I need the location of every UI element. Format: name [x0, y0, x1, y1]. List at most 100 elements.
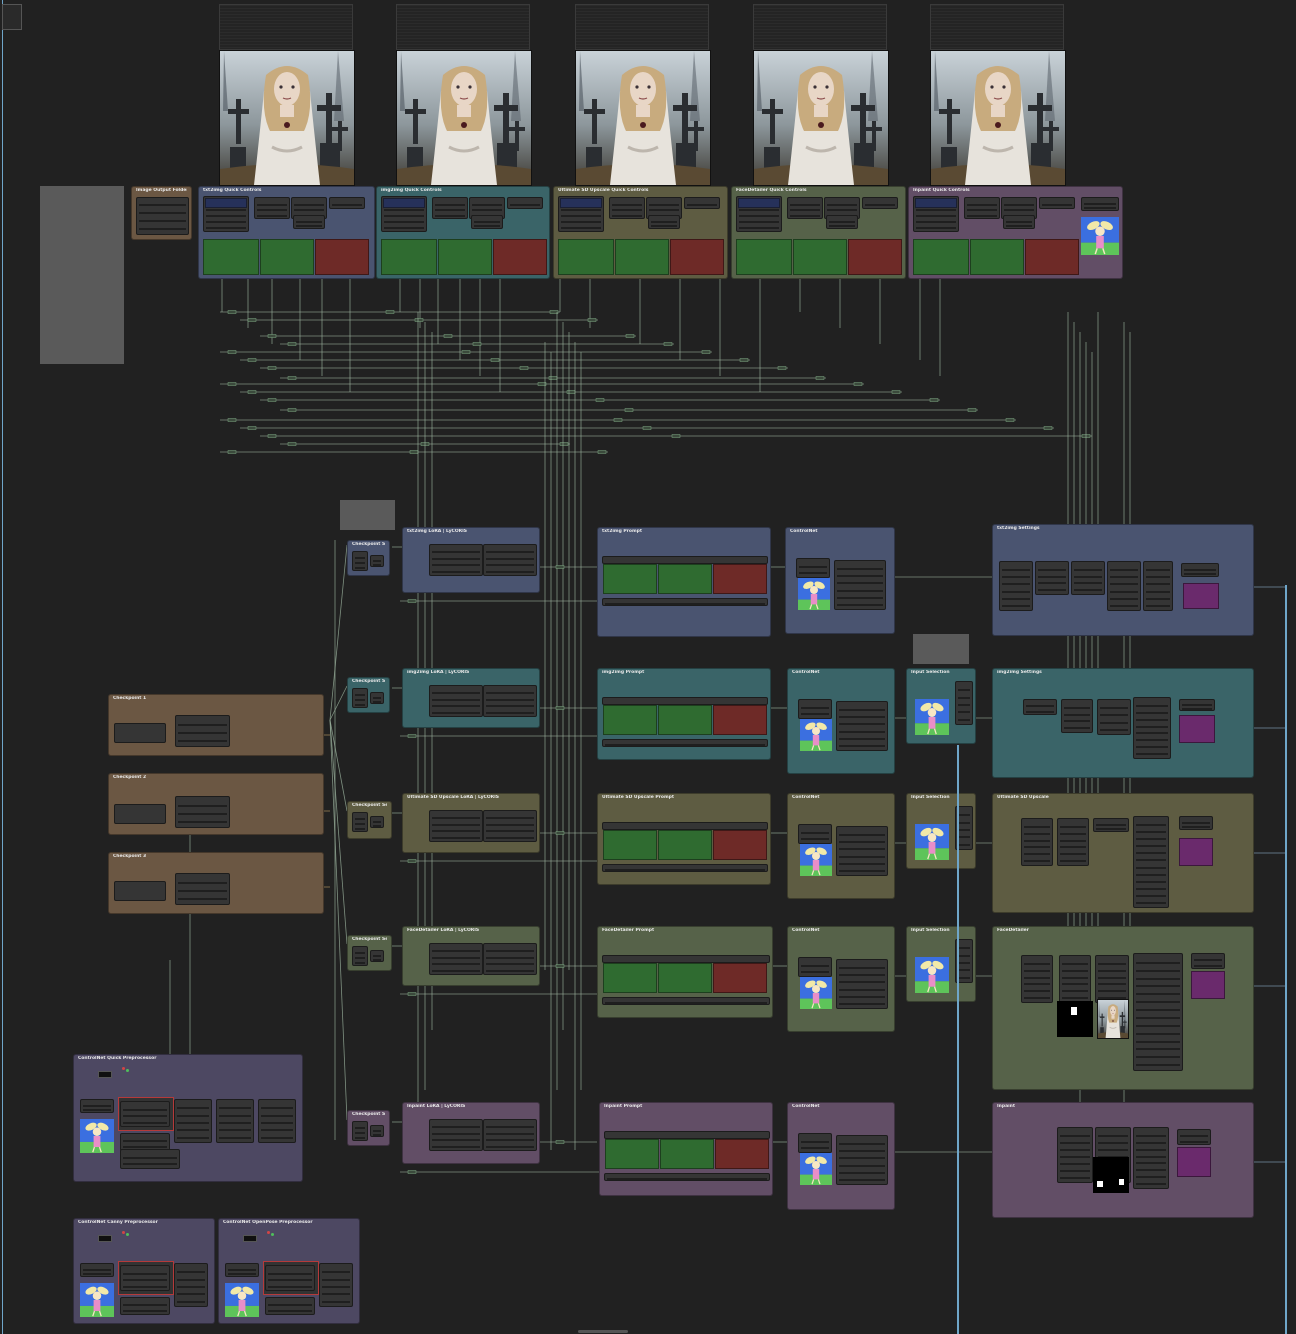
node-graph-canvas[interactable]: Image Output Folder Name txt2img Quick C… [0, 0, 1296, 1334]
reroute-node[interactable] [287, 442, 297, 446]
widget-row[interactable] [1136, 824, 1166, 826]
checkpoint-selection-node[interactable]: Checkpoint Selection [347, 935, 392, 971]
widget-row[interactable] [355, 562, 365, 564]
widget-row[interactable] [219, 1129, 251, 1131]
widget-row[interactable] [432, 830, 480, 832]
widget-row[interactable] [1024, 853, 1050, 855]
input-selection-group[interactable]: Input Selection [906, 793, 976, 869]
widget-row[interactable] [839, 709, 885, 711]
widget-row[interactable] [206, 221, 246, 223]
widget-panel[interactable] [836, 1135, 888, 1185]
widget-row[interactable] [1136, 985, 1180, 987]
reroute-node[interactable] [642, 426, 652, 430]
widget-row[interactable] [1024, 963, 1050, 965]
widget-row[interactable] [219, 1137, 251, 1139]
widget-row[interactable] [1136, 978, 1180, 980]
widget-row[interactable] [1024, 826, 1050, 828]
widget-row[interactable] [83, 1105, 111, 1107]
reroute-node[interactable] [247, 318, 257, 322]
widget-panel[interactable] [1191, 953, 1225, 969]
widget-row[interactable] [1098, 970, 1126, 972]
widget-row[interactable] [486, 963, 534, 965]
widget-panel[interactable] [352, 688, 368, 708]
widget-row[interactable] [1064, 707, 1090, 709]
widget-row[interactable] [432, 1146, 480, 1148]
reroute-node[interactable] [287, 376, 297, 380]
bypassed-node[interactable] [913, 634, 969, 664]
widget-row[interactable] [1026, 705, 1054, 707]
widget-row[interactable] [839, 870, 885, 872]
widget-row[interactable] [839, 731, 885, 733]
widget-row[interactable] [435, 215, 465, 217]
widget-panel[interactable] [1023, 699, 1057, 715]
widget-panel[interactable] [293, 215, 325, 229]
widget-row[interactable] [837, 590, 883, 592]
widget-row[interactable] [837, 568, 883, 570]
positive-prompt-box[interactable] [660, 1139, 714, 1169]
widget-row[interactable] [1096, 824, 1126, 826]
reroute-node[interactable] [227, 450, 237, 454]
widget-row[interactable] [1060, 860, 1086, 862]
widget-row[interactable] [1136, 902, 1166, 904]
positive-prompt-box[interactable] [658, 705, 712, 735]
widget-row[interactable] [206, 209, 246, 211]
positive-prompt-box[interactable] [970, 239, 1024, 275]
widget-panel[interactable] [836, 826, 888, 876]
widget-row[interactable] [123, 1146, 167, 1148]
widget-row[interactable] [958, 711, 970, 713]
widget-row[interactable] [486, 837, 534, 839]
widget-panel[interactable] [1057, 818, 1089, 866]
facedetailer-quick-controls-group[interactable]: FaceDetailer Quick Controls [731, 186, 906, 279]
reroute-node[interactable] [777, 366, 787, 370]
widget-row[interactable] [1136, 705, 1168, 707]
widget-row[interactable] [432, 571, 480, 573]
horizontal-scrollbar[interactable] [578, 1330, 628, 1333]
widget-panel[interactable] [1179, 699, 1215, 711]
widget-row[interactable] [958, 962, 970, 964]
widget-row[interactable] [839, 745, 885, 747]
widget-row[interactable] [123, 1286, 167, 1288]
widget-row[interactable] [486, 558, 534, 560]
reroute-node[interactable] [929, 398, 939, 402]
widget-row[interactable] [294, 204, 324, 206]
widget-row[interactable] [177, 1137, 209, 1139]
widget-row[interactable] [1136, 1025, 1180, 1027]
widget-row[interactable] [1146, 591, 1170, 593]
widget-row[interactable] [1136, 753, 1168, 755]
widget-row[interactable] [839, 1143, 885, 1145]
widget-row[interactable] [355, 704, 365, 706]
widget-panel[interactable] [1097, 699, 1131, 735]
widget-row[interactable] [839, 1157, 885, 1159]
widget-row[interactable] [123, 1304, 167, 1306]
widget-row[interactable] [607, 1178, 767, 1180]
mask-preview[interactable] [1179, 715, 1215, 743]
widget-row[interactable] [228, 1273, 256, 1275]
widget-row[interactable] [1002, 598, 1030, 600]
widget-row[interactable] [561, 227, 601, 229]
widget-row[interactable] [1074, 569, 1102, 571]
widget-row[interactable] [837, 604, 883, 606]
widget-row[interactable] [837, 575, 883, 577]
widget-panel[interactable] [836, 701, 888, 751]
widget-row[interactable] [1002, 576, 1030, 578]
widget-row[interactable] [432, 712, 480, 714]
portrait-icon[interactable] [1097, 999, 1129, 1039]
negative-prompt-box[interactable] [713, 564, 767, 594]
widget-row[interactable] [916, 215, 956, 217]
widget-row[interactable] [967, 204, 997, 206]
reroute-node[interactable] [267, 334, 277, 338]
negative-prompt-box[interactable] [715, 1139, 769, 1169]
widget-row[interactable] [355, 1137, 365, 1139]
widget-row[interactable] [839, 989, 885, 991]
widget-panel[interactable] [798, 1133, 832, 1153]
reroute-node[interactable] [287, 408, 297, 412]
reroute-node[interactable] [227, 310, 237, 314]
widget-row[interactable] [486, 564, 534, 566]
widget-row[interactable] [177, 1129, 209, 1131]
mask-preview[interactable] [1183, 583, 1219, 609]
checkpoint-1-group[interactable]: Checkpoint 1 [108, 694, 324, 756]
preprocessor-toggle[interactable] [243, 1235, 257, 1242]
reroute-node[interactable] [247, 358, 257, 362]
widget-panel[interactable] [1039, 197, 1075, 209]
negative-prompt-box[interactable] [670, 239, 724, 275]
